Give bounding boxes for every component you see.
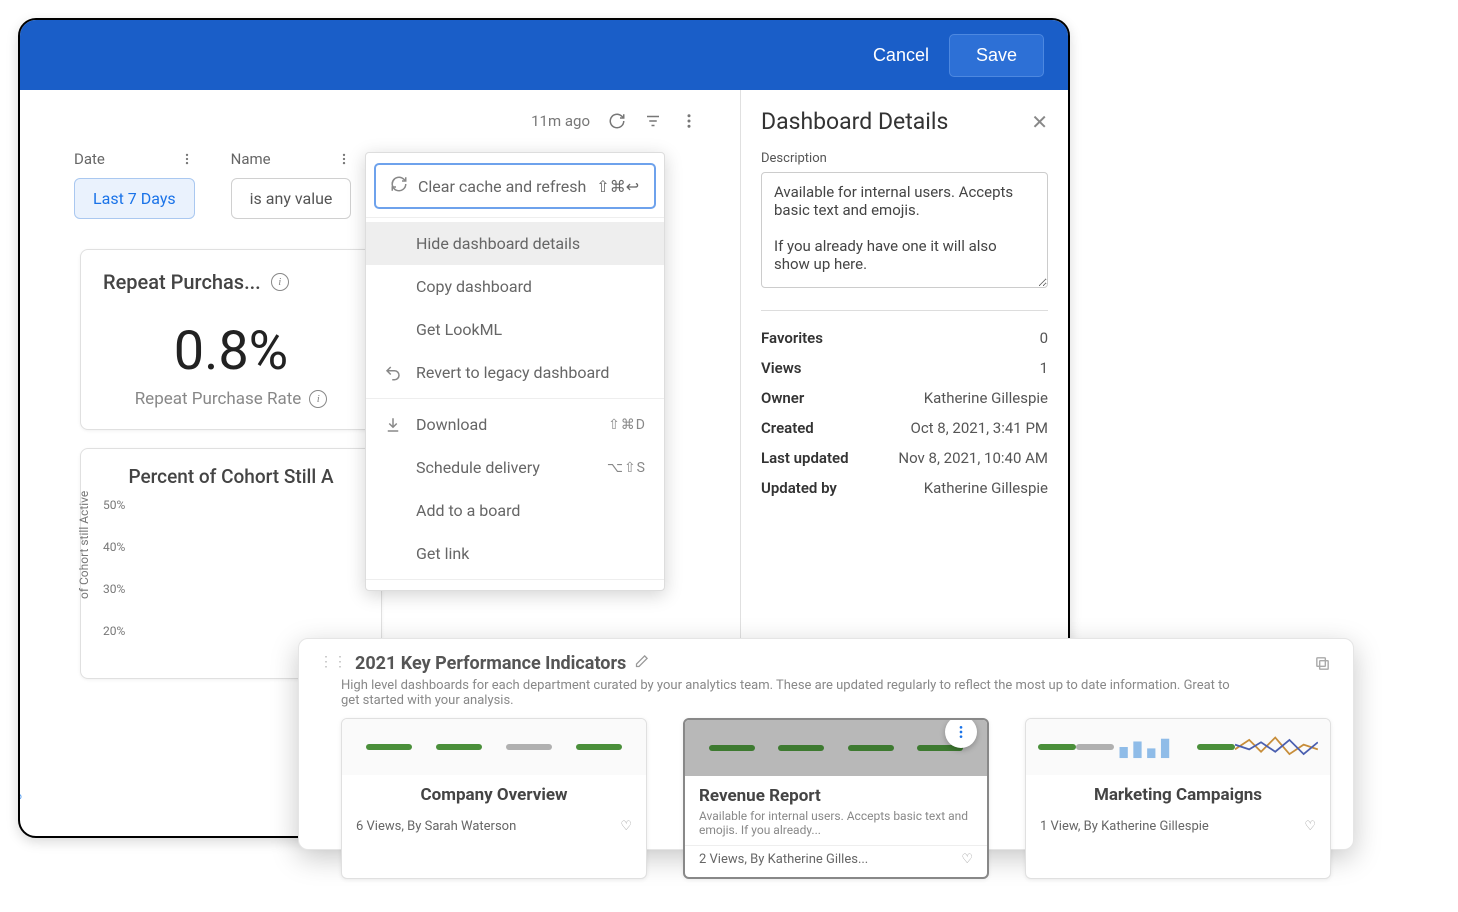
description-input[interactable] xyxy=(761,172,1048,288)
meta-created-value: Oct 8, 2021, 3:41 PM xyxy=(911,419,1049,437)
save-button[interactable]: Save xyxy=(949,34,1044,77)
more-icon[interactable] xyxy=(680,112,698,130)
meta-updated-by-label: Updated by xyxy=(761,479,837,497)
description-label: Description xyxy=(761,151,1048,166)
menu-revert-legacy[interactable]: Revert to legacy dashboard xyxy=(366,351,664,394)
filter-name: Name is any value xyxy=(231,150,352,219)
mini-card-title: Revenue Report xyxy=(699,786,973,806)
drag-handle-icon[interactable]: ⋮⋮ xyxy=(319,655,347,669)
menu-divider xyxy=(366,579,664,580)
download-icon xyxy=(384,416,404,434)
info-icon[interactable]: i xyxy=(271,273,289,291)
chart-y-axis-label: of Cohort still Active xyxy=(77,491,91,599)
filter-date-more-icon[interactable] xyxy=(180,152,194,166)
menu-shortcut: ⌥⇧S xyxy=(607,460,646,476)
mini-card-title: Marketing Campaigns xyxy=(1040,785,1316,805)
filter-name-value[interactable]: is any value xyxy=(231,178,352,219)
menu-download[interactable]: Download ⇧⌘D xyxy=(366,403,664,446)
mini-card-meta: 1 View, By Katherine Gillespie xyxy=(1040,819,1209,834)
chart-title: Percent of Cohort Still A xyxy=(103,465,359,488)
mini-card-meta: 6 Views, By Sarah Waterson xyxy=(356,819,516,834)
mini-card-title: Company Overview xyxy=(356,785,632,805)
menu-label: Revert to legacy dashboard xyxy=(416,363,609,382)
meta-owner-label: Owner xyxy=(761,389,804,407)
menu-clear-cache-refresh[interactable]: Clear cache and refresh ⇧⌘↩ xyxy=(374,163,656,209)
board-description: High level dashboards for each departmen… xyxy=(341,678,1241,708)
menu-divider xyxy=(366,398,664,399)
metric-subtitle: Repeat Purchase Rate xyxy=(135,389,302,409)
menu-label: Add to a board xyxy=(416,501,520,520)
y-tick: 30% xyxy=(103,582,125,596)
heart-icon[interactable]: ♡ xyxy=(961,852,973,867)
menu-copy-dashboard[interactable]: Copy dashboard xyxy=(366,265,664,308)
menu-hide-details[interactable]: Hide dashboard details xyxy=(366,222,664,265)
refresh-icon xyxy=(390,175,408,197)
card-menu-fab[interactable] xyxy=(945,718,977,748)
menu-schedule-delivery[interactable]: Schedule delivery ⌥⇧S xyxy=(366,446,664,489)
metric-card-title: Repeat Purchas... xyxy=(103,270,261,294)
menu-get-lookml[interactable]: Get LookML xyxy=(366,308,664,351)
watermark-text: Average Lifetim xyxy=(18,747,22,830)
filter-date-label: Date xyxy=(74,150,105,168)
time-ago-text: 11m ago xyxy=(531,112,590,130)
mini-card-desc: Available for internal users. Accepts ba… xyxy=(699,809,973,837)
filter-name-label: Name xyxy=(231,150,271,168)
sidebar-title: Dashboard Details xyxy=(761,108,948,135)
close-icon[interactable]: ✕ xyxy=(1031,110,1048,134)
y-tick: 20% xyxy=(103,624,125,638)
meta-updated-value: Nov 8, 2021, 10:40 AM xyxy=(898,449,1048,467)
meta-updated-label: Last updated xyxy=(761,449,849,467)
menu-add-to-board[interactable]: Add to a board xyxy=(366,489,664,532)
menu-divider xyxy=(366,217,664,218)
metric-card: Repeat Purchas... i 0.8% Repeat Purchase… xyxy=(80,249,382,430)
board-card-revenue-report[interactable]: Revenue Report Available for internal us… xyxy=(683,718,989,879)
copy-icon[interactable] xyxy=(1314,655,1331,676)
refresh-icon[interactable] xyxy=(608,112,626,130)
filter-name-more-icon[interactable] xyxy=(337,152,351,166)
metric-value: 0.8% xyxy=(103,320,359,383)
toolbar-row: 11m ago xyxy=(38,112,722,130)
menu-label: Download xyxy=(416,415,487,434)
y-tick: 50% xyxy=(103,498,125,512)
board-overlay: ⋮⋮ 2021 Key Performance Indicators High … xyxy=(298,638,1354,850)
meta-updated-by-value: Katherine Gillespie xyxy=(924,479,1048,497)
info-icon[interactable]: i xyxy=(309,390,327,408)
menu-label: Schedule delivery xyxy=(416,458,540,477)
pencil-icon[interactable] xyxy=(634,653,649,674)
meta-created-label: Created xyxy=(761,419,814,437)
y-tick: 40% xyxy=(103,540,125,554)
meta-views-value: 1 xyxy=(1040,359,1048,377)
board-title: 2021 Key Performance Indicators xyxy=(355,653,626,674)
menu-label: Get LookML xyxy=(416,320,502,339)
undo-icon xyxy=(384,364,404,382)
heart-icon[interactable]: ♡ xyxy=(620,819,632,834)
meta-favorites-label: Favorites xyxy=(761,329,823,347)
menu-get-link[interactable]: Get link xyxy=(366,532,664,575)
filter-date-value[interactable]: Last 7 Days xyxy=(74,178,195,219)
dashboard-menu: Clear cache and refresh ⇧⌘↩ Hide dashboa… xyxy=(365,152,665,591)
meta-views-label: Views xyxy=(761,359,802,377)
menu-shortcut: ⇧⌘D xyxy=(608,417,646,433)
board-card-company-overview[interactable]: Company Overview 6 Views, By Sarah Water… xyxy=(341,718,647,879)
filter-icon[interactable] xyxy=(644,112,662,130)
header-bar: Cancel Save xyxy=(20,20,1068,90)
menu-label: Copy dashboard xyxy=(416,277,532,296)
board-cards-row: Company Overview 6 Views, By Sarah Water… xyxy=(341,718,1333,879)
sparkline-icon xyxy=(1235,729,1318,765)
sidebar-divider xyxy=(761,310,1048,311)
meta-owner-value: Katherine Gillespie xyxy=(924,389,1048,407)
mini-card-meta: 2 Views, By Katherine Gilles... xyxy=(699,852,868,867)
board-card-marketing-campaigns[interactable]: Marketing Campaigns 1 View, By Katherine… xyxy=(1025,718,1331,879)
menu-label: Clear cache and refresh xyxy=(418,177,586,196)
heart-icon[interactable]: ♡ xyxy=(1304,819,1316,834)
cancel-button[interactable]: Cancel xyxy=(873,45,929,66)
filter-date: Date Last 7 Days xyxy=(74,150,195,219)
menu-label: Get link xyxy=(416,544,469,563)
menu-shortcut: ⇧⌘↩ xyxy=(596,177,639,196)
menu-label: Hide dashboard details xyxy=(416,234,580,253)
bars-icon xyxy=(1114,729,1197,765)
meta-favorites-value: 0 xyxy=(1040,329,1048,347)
